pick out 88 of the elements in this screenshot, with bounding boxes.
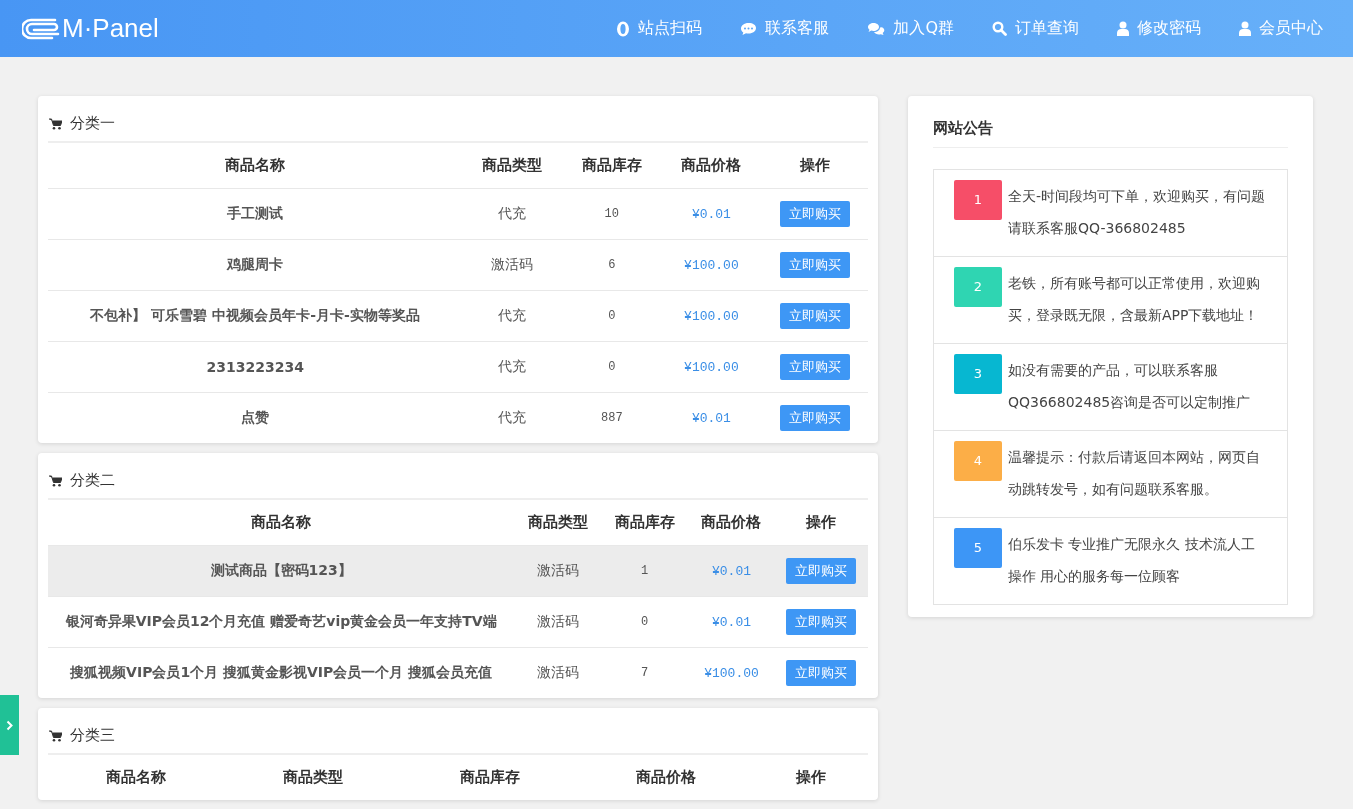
buy-now-button[interactable]: 立即购买 xyxy=(786,609,857,635)
category-title: 分类一 xyxy=(70,114,115,133)
notice-text: 伯乐发卡 专业推广无限永久 技术流人工操作 用心的服务每一位顾客 xyxy=(1008,536,1255,584)
product-price: ¥0.01 xyxy=(688,545,775,597)
cart-icon xyxy=(49,729,62,742)
logo-text: M·Panel xyxy=(62,13,159,44)
category-title: 分类二 xyxy=(70,471,115,490)
nav-link[interactable]: 订单查询 xyxy=(992,18,1079,39)
column-header: 商品类型 xyxy=(281,767,344,788)
stock-count: 0 xyxy=(562,341,662,393)
product-type: 激活码 xyxy=(514,545,602,597)
product-type: 代充 xyxy=(462,290,562,342)
product-price: ¥100.00 xyxy=(688,647,775,698)
product-name: 2313223234 xyxy=(48,341,463,393)
product-type: 激活码 xyxy=(462,239,562,291)
column-header: 商品价格 xyxy=(635,767,698,788)
column-header: 操作 xyxy=(761,143,868,189)
column-header: 商品类型 xyxy=(514,500,602,546)
product-name: 手工测试 xyxy=(48,188,463,240)
buy-now-button[interactable]: 立即购买 xyxy=(786,660,857,686)
product-name: 搜狐视频VIP会员1个月 搜狐黄金影视VIP会员一个月 搜狐会员充值 xyxy=(48,647,515,698)
notice-text: 全天-时间段均可下单，欢迎购买，有问题请联系客服QQ-366802485 xyxy=(1008,188,1266,236)
product-type: 激活码 xyxy=(514,647,602,698)
column-header: 商品名称 xyxy=(48,500,515,546)
search-icon xyxy=(992,21,1007,36)
notice-text: 老铁，所有账号都可以正常使用，欢迎购买，登录既无限，含最新APP下载地址！ xyxy=(1008,275,1260,323)
buy-now-button[interactable]: 立即购买 xyxy=(779,201,850,227)
nav-link[interactable]: 联系客服 xyxy=(740,18,830,39)
notice-title: 网站公告 xyxy=(933,110,1288,148)
category-title: 分类三 xyxy=(70,726,115,745)
notice-number-badge: 5 xyxy=(954,528,1002,568)
stock-count: 6 xyxy=(562,239,662,291)
stock-count: 10 xyxy=(562,188,662,240)
chevron-right-icon xyxy=(6,719,13,731)
notice-number-badge: 4 xyxy=(954,441,1002,481)
side-panel-toggle[interactable] xyxy=(0,695,19,755)
notice-number-badge: 1 xyxy=(954,180,1002,220)
product-name: 测试商品【密码123】 xyxy=(48,545,515,597)
column-header: 商品价格 xyxy=(688,500,775,546)
paperclip-logo-icon xyxy=(22,17,60,40)
cart-icon xyxy=(49,474,62,487)
stock-count: 1 xyxy=(601,545,689,597)
nav-link[interactable]: 会员中心 xyxy=(1239,18,1323,39)
product-type: 代充 xyxy=(462,188,562,240)
stock-count: 7 xyxy=(601,647,689,698)
product-price: ¥100.00 xyxy=(661,290,762,342)
stock-count: 887 xyxy=(562,392,662,443)
nav-link[interactable]: 修改密码 xyxy=(1117,18,1201,39)
column-header: 商品库存 xyxy=(458,767,521,788)
stock-count: 0 xyxy=(601,596,689,648)
column-header: 商品库存 xyxy=(562,143,662,189)
column-header: 商品类型 xyxy=(462,143,562,189)
product-name: 鸡腿周卡 xyxy=(48,239,463,291)
product-name: 不包补】 可乐雪碧 中视频会员年卡-月卡-实物等奖品 xyxy=(48,290,463,342)
buy-now-button[interactable]: 立即购买 xyxy=(786,558,857,584)
ring-icon xyxy=(616,20,631,37)
nav-link[interactable]: 加入Q群 xyxy=(867,18,954,39)
notice-text: 温馨提示：付款后请返回本网站，网页自动跳转发号，如有问题联系客服。 xyxy=(1008,449,1260,497)
product-name: 点赞 xyxy=(48,392,463,443)
speech-bubble-icon xyxy=(740,21,758,36)
product-price: ¥0.01 xyxy=(661,188,762,240)
product-type: 代充 xyxy=(462,392,562,443)
product-type: 激活码 xyxy=(514,596,602,648)
column-header: 商品名称 xyxy=(105,767,168,788)
buy-now-button[interactable]: 立即购买 xyxy=(779,354,850,380)
notice-text: 如没有需要的产品，可以联系客服QQ366802485咨询是否可以定制推广 xyxy=(1008,362,1251,410)
user-icon xyxy=(1117,21,1129,36)
nav-link[interactable]: 站点扫码 xyxy=(616,18,703,39)
notice-number-badge: 3 xyxy=(954,354,1002,394)
buy-now-button[interactable]: 立即购买 xyxy=(779,303,850,329)
product-price: ¥100.00 xyxy=(661,341,762,393)
column-header: 商品价格 xyxy=(661,143,762,189)
notice-number-badge: 2 xyxy=(954,267,1002,307)
chat-bubbles-icon xyxy=(867,21,886,36)
buy-now-button[interactable]: 立即购买 xyxy=(779,405,850,431)
buy-now-button[interactable]: 立即购买 xyxy=(779,252,850,278)
product-price: ¥0.01 xyxy=(688,596,775,648)
product-name: 银河奇异果VIP会员12个月充值 赠爱奇艺vip黄金会员一年支持TV端 xyxy=(48,596,515,648)
column-header: 操作 xyxy=(774,500,868,546)
column-header: 操作 xyxy=(795,767,828,788)
product-type: 代充 xyxy=(462,341,562,393)
stock-count: 0 xyxy=(562,290,662,342)
column-header: 商品名称 xyxy=(48,143,463,189)
cart-icon xyxy=(49,117,62,130)
product-price: ¥100.00 xyxy=(661,239,762,291)
column-header: 商品库存 xyxy=(601,500,689,546)
user-icon xyxy=(1239,21,1251,36)
product-price: ¥0.01 xyxy=(661,392,762,443)
